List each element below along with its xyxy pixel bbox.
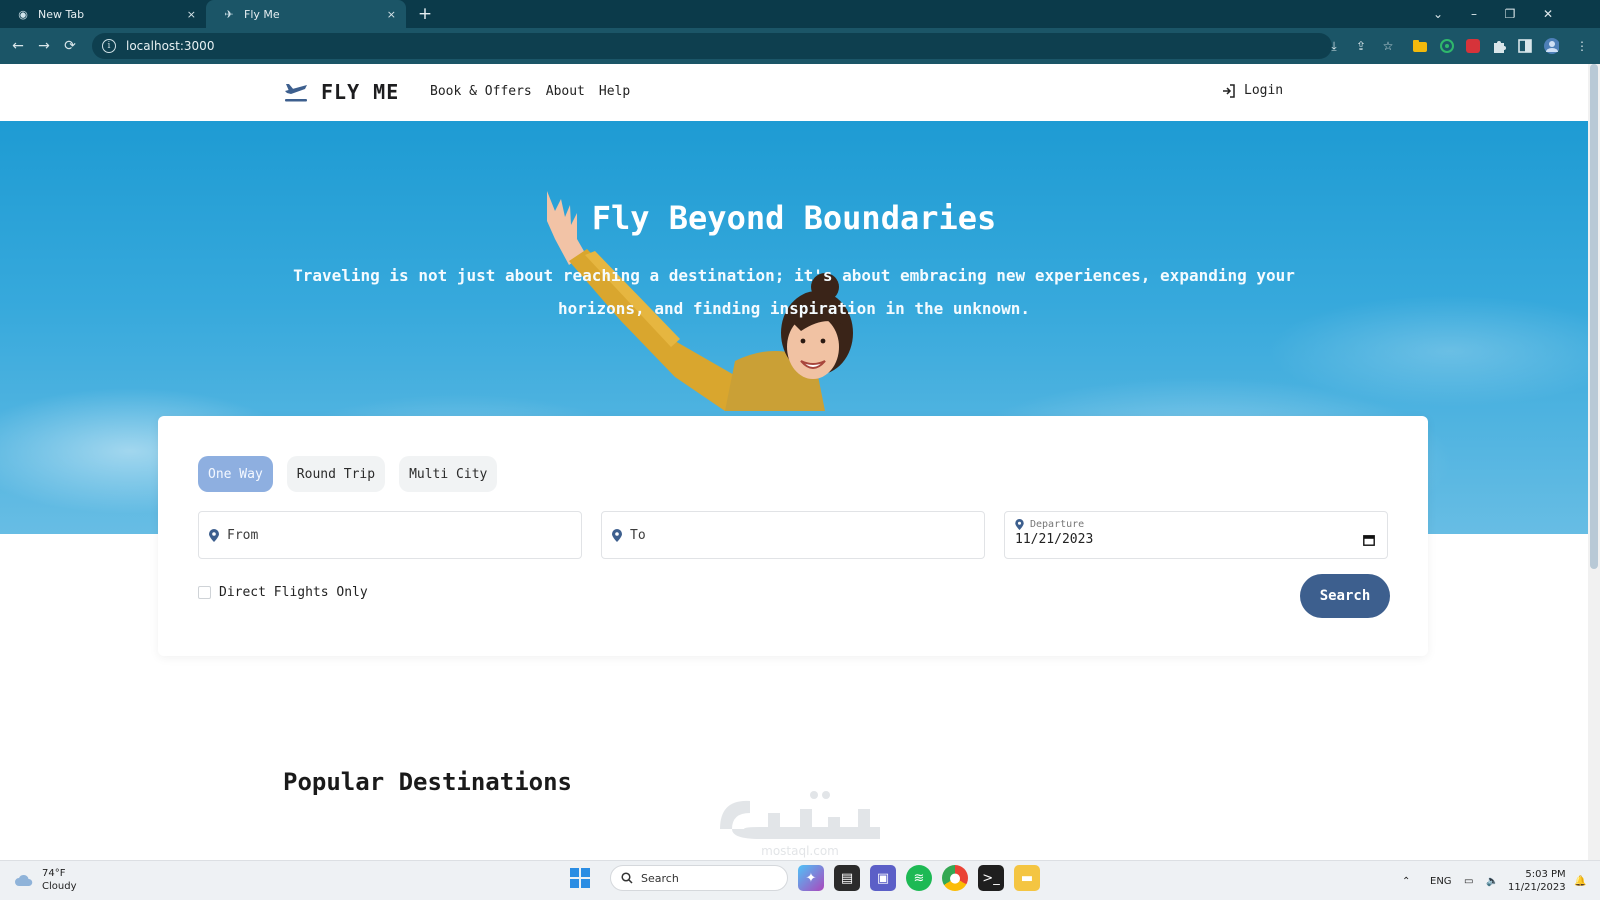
popular-destinations-title: Popular Destinations [283, 768, 572, 796]
departure-value: 11/21/2023 [1015, 532, 1094, 547]
chrome-icon: ◉ [18, 7, 28, 21]
taskbar-search[interactable]: Search [610, 865, 788, 891]
menu-icon[interactable]: ⋮ [1574, 38, 1590, 54]
teams-icon[interactable]: ▣ [870, 865, 896, 891]
main-nav: Book & Offers About Help [430, 84, 630, 99]
location-pin-icon [612, 528, 622, 542]
share-icon[interactable]: ⇪ [1353, 38, 1369, 54]
minimize-button[interactable]: – [1456, 0, 1492, 28]
folder-extension-icon[interactable] [1412, 38, 1428, 54]
from-placeholder: From [227, 527, 259, 543]
notification-icon[interactable]: 🔔 [1574, 861, 1586, 900]
file-explorer-dark-icon[interactable]: ▤ [834, 865, 860, 891]
search-button[interactable]: Search [1300, 574, 1390, 618]
to-input[interactable]: To [601, 511, 985, 559]
direct-flights-label: Direct Flights Only [219, 585, 368, 600]
spotify-icon[interactable]: ≋ [906, 865, 932, 891]
clock-time: 5:03 PM [1525, 869, 1566, 880]
close-icon[interactable]: × [387, 8, 396, 21]
page-viewport: FLY ME Book & Offers About Help Login Fl… [0, 64, 1588, 860]
os-taskbar: 74°F Cloudy Search ✦ ▤ ▣ ≋ ● >_ ▬ ⌃ ENG … [0, 860, 1600, 900]
taskbar-search-label: Search [641, 871, 679, 885]
departure-date-input[interactable]: Departure 11/21/2023 [1004, 511, 1388, 559]
site-info-icon[interactable]: i [102, 39, 116, 53]
language-indicator[interactable]: ENG [1430, 861, 1452, 900]
from-input[interactable]: From [198, 511, 582, 559]
departure-label-row: Departure [1015, 519, 1084, 530]
brand[interactable]: FLY ME [283, 80, 399, 104]
new-tab-button[interactable]: + [414, 3, 436, 25]
network-icon[interactable]: ▭ [1464, 861, 1473, 900]
browser-toolbar: ← → ⟳ i localhost:3000 ⤓ ⇪ ☆ ⋮ [0, 28, 1600, 64]
forward-button[interactable]: → [34, 36, 54, 56]
direct-flights-checkbox[interactable] [198, 586, 211, 599]
url-text: localhost:3000 [126, 39, 215, 53]
browser-tab-fly-me[interactable]: ✈ Fly Me × [206, 0, 406, 28]
trip-tab-round-trip[interactable]: Round Trip [286, 456, 386, 492]
copilot-icon[interactable]: ✦ [798, 865, 824, 891]
plane-favicon-icon: ✈ [224, 7, 234, 21]
nav-link-about[interactable]: About [546, 84, 585, 99]
login-link[interactable]: Login [1222, 83, 1283, 98]
scrollbar-thumb[interactable] [1590, 64, 1598, 569]
watermark-logo: mostaql.com [720, 791, 880, 858]
close-icon[interactable]: × [187, 8, 196, 21]
red-extension-icon[interactable] [1465, 38, 1481, 54]
svg-text:mostaql.com: mostaql.com [761, 844, 839, 858]
address-bar[interactable]: i localhost:3000 [92, 33, 1332, 59]
plane-logo-icon [285, 84, 307, 102]
weather-text: 74°F Cloudy [42, 867, 76, 893]
tray-overflow-icon[interactable]: ⌃ [1402, 861, 1410, 900]
green-circle-extension-icon[interactable] [1439, 38, 1455, 54]
weather-widget[interactable]: 74°F Cloudy [14, 867, 76, 893]
browser-tab-new-tab[interactable]: ◉ New Tab × [0, 0, 206, 28]
cloud-icon [15, 874, 33, 886]
nav-link-book-offers[interactable]: Book & Offers [430, 84, 532, 99]
restore-button[interactable]: ❐ [1492, 0, 1528, 28]
page-scrollbar[interactable] [1588, 64, 1600, 860]
hero-title: Fly Beyond Boundaries [591, 199, 997, 237]
install-icon[interactable]: ⤓ [1326, 38, 1342, 54]
brand-name: FLY ME [321, 80, 400, 104]
trip-type-tabs: One Way Round Trip Multi City [198, 456, 498, 492]
folder-icon[interactable]: ▬ [1014, 865, 1040, 891]
search-icon [621, 872, 633, 884]
login-icon [1223, 83, 1235, 98]
terminal-icon[interactable]: >_ [978, 865, 1004, 891]
flight-search-card: One Way Round Trip Multi City From To De… [158, 416, 1428, 656]
clock-date: 11/21/2023 [1508, 882, 1566, 893]
direct-flights-option[interactable]: Direct Flights Only [198, 585, 368, 600]
back-button[interactable]: ← [8, 36, 28, 56]
puzzle-icon[interactable] [1491, 38, 1507, 54]
location-pin-icon [1015, 519, 1024, 530]
calendar-icon[interactable] [1363, 534, 1375, 546]
trip-tab-one-way[interactable]: One Way [198, 456, 273, 492]
system-clock[interactable]: 5:03 PM 11/21/2023 [1508, 868, 1566, 894]
tab-search-button[interactable]: ⌄ [1420, 0, 1456, 28]
side-panel-icon[interactable] [1517, 38, 1533, 54]
to-placeholder: To [630, 527, 646, 543]
location-pin-icon [209, 528, 219, 542]
taskbar-apps: Search ✦ ▤ ▣ ≋ ● >_ ▬ [570, 865, 1040, 891]
volume-icon[interactable]: 🔈 [1486, 861, 1498, 900]
site-header: FLY ME Book & Offers About Help Login [0, 64, 1588, 121]
star-icon[interactable]: ☆ [1380, 38, 1396, 54]
tab-title: Fly Me [244, 7, 280, 21]
hero-subtitle: Traveling is not just about reaching a d… [293, 266, 1295, 318]
weather-temp: 74°F [42, 868, 66, 879]
profile-avatar-icon[interactable] [1543, 38, 1559, 54]
chrome-taskbar-icon[interactable]: ● [942, 865, 968, 891]
reload-button[interactable]: ⟳ [60, 36, 80, 56]
nav-link-help[interactable]: Help [599, 84, 630, 99]
weather-desc: Cloudy [42, 881, 77, 892]
browser-tab-strip: ◉ New Tab × ✈ Fly Me × + ⌄ – ❐ ✕ [0, 0, 1600, 28]
login-label: Login [1244, 83, 1284, 98]
close-window-button[interactable]: ✕ [1530, 0, 1566, 28]
trip-tab-multi-city[interactable]: Multi City [399, 456, 498, 492]
tab-title: New Tab [38, 7, 85, 21]
departure-label: Departure [1030, 519, 1085, 530]
windows-start-icon[interactable] [570, 868, 590, 888]
